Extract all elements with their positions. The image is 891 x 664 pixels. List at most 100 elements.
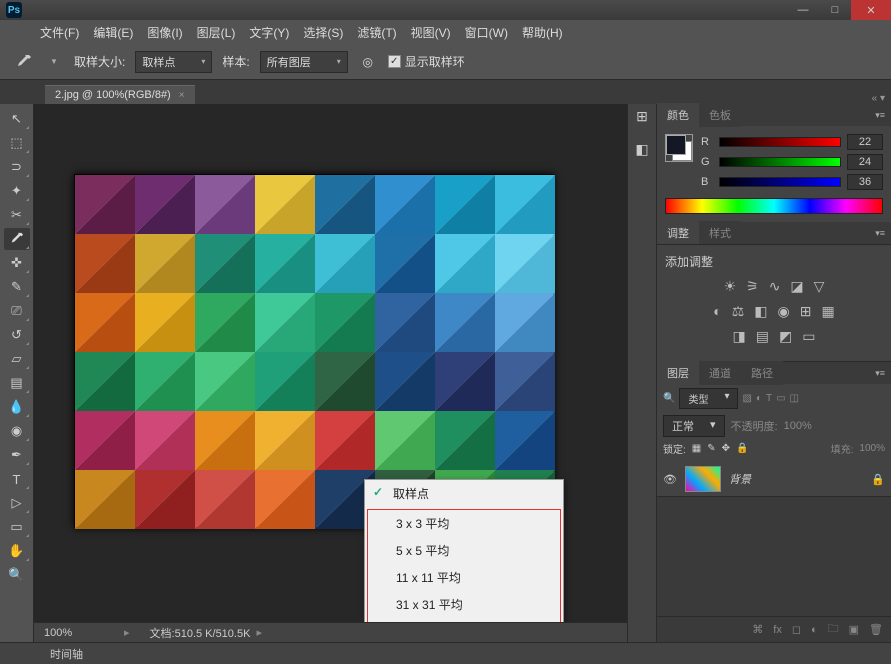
color-panel-tab[interactable]: 颜色: [657, 103, 699, 127]
b-slider[interactable]: [719, 177, 841, 187]
g-value[interactable]: 24: [847, 154, 883, 170]
lookup-icon[interactable]: ▦: [821, 303, 834, 320]
menu-text[interactable]: 文字(Y): [249, 24, 289, 41]
panel-menu-icon[interactable]: ▾≡: [869, 368, 891, 379]
lock-move-icon[interactable]: ✥: [722, 443, 730, 454]
eyedropper-tool[interactable]: [4, 228, 30, 250]
menu-help[interactable]: 帮助(H): [522, 24, 563, 41]
history-brush-tool[interactable]: ↺: [4, 324, 30, 346]
delete-layer-icon[interactable]: 🗑: [869, 623, 883, 636]
zoom-display[interactable]: 100%: [34, 627, 124, 639]
pen-tool[interactable]: ✒: [4, 444, 30, 466]
document-tab[interactable]: 2.jpg @ 100%(RGB/8#) ×: [45, 85, 195, 104]
eyedropper-context-menu[interactable]: 取样点 3 x 3 平均 5 x 5 平均 11 x 11 平均 31 x 31…: [364, 479, 564, 642]
curves-icon[interactable]: ∿: [769, 278, 781, 295]
sample-mode-icon[interactable]: ◎: [358, 52, 378, 72]
ctx-avg-31[interactable]: 31 x 31 平均: [368, 591, 560, 618]
shape-tool[interactable]: ▭: [4, 516, 30, 538]
fx-icon[interactable]: fx: [773, 624, 782, 636]
menu-view[interactable]: 视图(V): [411, 24, 451, 41]
heal-tool[interactable]: ✜: [4, 252, 30, 274]
brush-tool[interactable]: ✎: [4, 276, 30, 298]
opacity-value[interactable]: 100%: [784, 420, 812, 432]
bw-icon[interactable]: ◧: [754, 303, 767, 320]
exposure-icon[interactable]: ◪: [790, 278, 803, 295]
menu-file[interactable]: 文件(F): [40, 24, 79, 41]
color-spectrum[interactable]: [665, 198, 883, 214]
dodge-tool[interactable]: ◉: [4, 420, 30, 442]
layer-filter-select[interactable]: 类型▾: [679, 388, 738, 409]
adjustment-layer-icon[interactable]: ◐: [811, 624, 818, 636]
move-tool[interactable]: ↖: [4, 108, 30, 130]
blur-tool[interactable]: 💧: [4, 396, 30, 418]
vibrance-icon[interactable]: ▽: [814, 278, 825, 295]
show-sample-ring-checkbox[interactable]: ✓ 显示取样环: [388, 53, 465, 70]
styles-panel-tab[interactable]: 样式: [699, 221, 741, 245]
filter-adjust-icon[interactable]: ◐: [756, 393, 762, 404]
filter-text-icon[interactable]: T: [766, 393, 772, 404]
menu-filter[interactable]: 滤镜(T): [357, 24, 396, 41]
g-slider[interactable]: [719, 157, 841, 167]
tab-expand-icon[interactable]: « ▾: [872, 93, 891, 104]
menu-layer[interactable]: 图层(L): [197, 24, 236, 41]
properties-panel-icon[interactable]: ◧: [635, 141, 648, 158]
ctx-avg-11[interactable]: 11 x 11 平均: [368, 564, 560, 591]
r-slider[interactable]: [719, 137, 841, 147]
gradient-tool[interactable]: ▤: [4, 372, 30, 394]
filter-shape-icon[interactable]: ▭: [776, 393, 785, 404]
window-minimize[interactable]: —: [787, 0, 819, 20]
ctx-point-sample[interactable]: 取样点: [365, 480, 563, 507]
adjustments-panel-tab[interactable]: 调整: [657, 221, 699, 245]
panel-menu-icon[interactable]: ▾≡: [869, 228, 891, 239]
menu-edit[interactable]: 编辑(E): [93, 24, 133, 41]
levels-icon[interactable]: ⚞: [746, 278, 759, 295]
zoom-tool[interactable]: 🔍: [4, 564, 30, 586]
type-tool[interactable]: T: [4, 468, 30, 490]
fg-bg-color-swatch[interactable]: [665, 134, 693, 162]
menu-window[interactable]: 窗口(W): [465, 24, 508, 41]
channel-mixer-icon[interactable]: ⊞: [800, 303, 812, 320]
timeline-panel[interactable]: 时间轴: [0, 642, 891, 664]
menu-image[interactable]: 图像(I): [147, 24, 182, 41]
collapsed-panel-dock[interactable]: ⊞ ◧: [627, 104, 657, 642]
layer-row[interactable]: 👁 背景 🔒: [657, 462, 891, 497]
marquee-tool[interactable]: ⬚: [4, 132, 30, 154]
brightness-icon[interactable]: ☀: [724, 278, 737, 295]
main-menubar[interactable]: 文件(F) 编辑(E) 图像(I) 图层(L) 文字(Y) 选择(S) 滤镜(T…: [0, 20, 891, 44]
threshold-icon[interactable]: ◩: [779, 328, 792, 345]
link-layers-icon[interactable]: ⌘: [752, 623, 763, 636]
sample-size-select[interactable]: 取样点▾: [135, 51, 212, 73]
lasso-tool[interactable]: ⊃: [4, 156, 30, 178]
group-icon[interactable]: 🗀: [828, 620, 839, 639]
invert-icon[interactable]: ◨: [733, 328, 746, 345]
filter-smart-icon[interactable]: ◫: [790, 393, 799, 404]
blend-mode-select[interactable]: 正常▾: [663, 415, 725, 437]
lock-trans-icon[interactable]: ▦: [692, 443, 701, 454]
sample-layer-select[interactable]: 所有图层▾: [260, 51, 348, 73]
dropdown-caret-icon[interactable]: ▼: [44, 52, 64, 72]
ctx-avg-3[interactable]: 3 x 3 平均: [368, 510, 560, 537]
layer-thumbnail[interactable]: [685, 466, 721, 492]
posterize-icon[interactable]: ▤: [756, 328, 769, 345]
mask-icon[interactable]: ◻: [792, 623, 801, 636]
swatches-panel-tab[interactable]: 色板: [699, 103, 741, 127]
panel-menu-icon[interactable]: ▾≡: [869, 110, 891, 121]
b-value[interactable]: 36: [847, 174, 883, 190]
gradient-map-icon[interactable]: ▭: [802, 328, 815, 345]
channels-tab[interactable]: 通道: [699, 361, 741, 385]
hue-icon[interactable]: ◐: [713, 303, 721, 320]
lock-paint-icon[interactable]: ✎: [707, 443, 715, 454]
close-tab-icon[interactable]: ×: [179, 90, 185, 101]
new-layer-icon[interactable]: ▣: [849, 623, 859, 636]
layer-name[interactable]: 背景: [729, 471, 863, 487]
window-close[interactable]: ✕: [851, 0, 891, 20]
ctx-avg-5[interactable]: 5 x 5 平均: [368, 537, 560, 564]
lock-all-icon[interactable]: 🔒: [736, 443, 748, 454]
menu-select[interactable]: 选择(S): [303, 24, 343, 41]
wand-tool[interactable]: ✦: [4, 180, 30, 202]
hand-tool[interactable]: ✋: [4, 540, 30, 562]
paths-tab[interactable]: 路径: [741, 361, 783, 385]
fill-value[interactable]: 100%: [859, 443, 885, 454]
layers-tab[interactable]: 图层: [657, 361, 699, 385]
visibility-icon[interactable]: 👁: [663, 473, 677, 486]
